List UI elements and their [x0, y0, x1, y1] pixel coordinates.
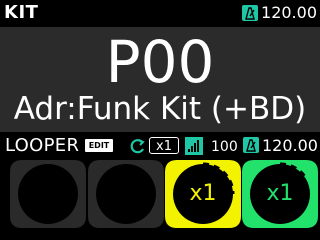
- kit-panel[interactable]: P00 Adr:Funk Kit (+BD): [0, 27, 320, 132]
- looper-bar: LOOPER EDIT x1 100 120.00: [0, 134, 320, 158]
- tempo-display[interactable]: 120.00: [242, 3, 317, 23]
- edit-button[interactable]: EDIT: [85, 139, 113, 152]
- pad-label: [88, 160, 164, 228]
- looper-pad-2[interactable]: [88, 160, 164, 228]
- looper-tempo: 120.00: [262, 136, 318, 155]
- top-bar: KIT 120.00: [0, 0, 320, 26]
- loop-multiplier[interactable]: x1: [149, 137, 179, 154]
- kit-name: Adr:Funk Kit (+BD): [13, 91, 307, 127]
- kit-label: KIT: [4, 2, 39, 23]
- looper-pad-4[interactable]: x1: [242, 160, 318, 228]
- loop-icon: [129, 138, 147, 154]
- looper-volume: 100: [211, 139, 238, 155]
- looper-label: LOOPER: [5, 135, 80, 156]
- looper-pad-1[interactable]: [10, 160, 86, 228]
- looper-pad-3[interactable]: x1: [165, 160, 241, 228]
- preset-number: P00: [105, 28, 215, 96]
- tempo-value: 120.00: [261, 3, 317, 22]
- pad-multiplier: x1: [266, 181, 294, 206]
- metronome-icon: [243, 137, 259, 153]
- looper-pads: x1 x1: [0, 158, 320, 240]
- metronome-icon: [242, 5, 259, 21]
- volume-bars-icon: [185, 137, 203, 155]
- pad-label: [10, 160, 86, 228]
- pad-multiplier: x1: [189, 181, 217, 206]
